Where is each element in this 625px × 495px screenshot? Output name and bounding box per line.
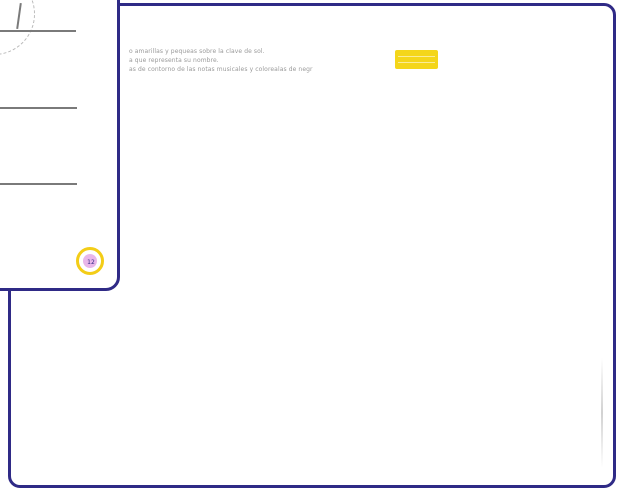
page-edge-line <box>601 358 603 468</box>
staff-line <box>0 30 76 32</box>
page-number-badge[interactable]: 12 <box>76 247 104 275</box>
staff-line <box>0 107 77 109</box>
yellow-highlight <box>395 50 438 69</box>
page-number: 12 <box>87 258 95 266</box>
workbook-spread: o amarillas y pequeas sobre la clave de … <box>0 0 625 495</box>
overlapping-page-card[interactable] <box>0 0 120 291</box>
staff-line <box>0 183 77 185</box>
highlight-stroke <box>398 62 435 63</box>
highlight-stroke <box>398 56 435 57</box>
